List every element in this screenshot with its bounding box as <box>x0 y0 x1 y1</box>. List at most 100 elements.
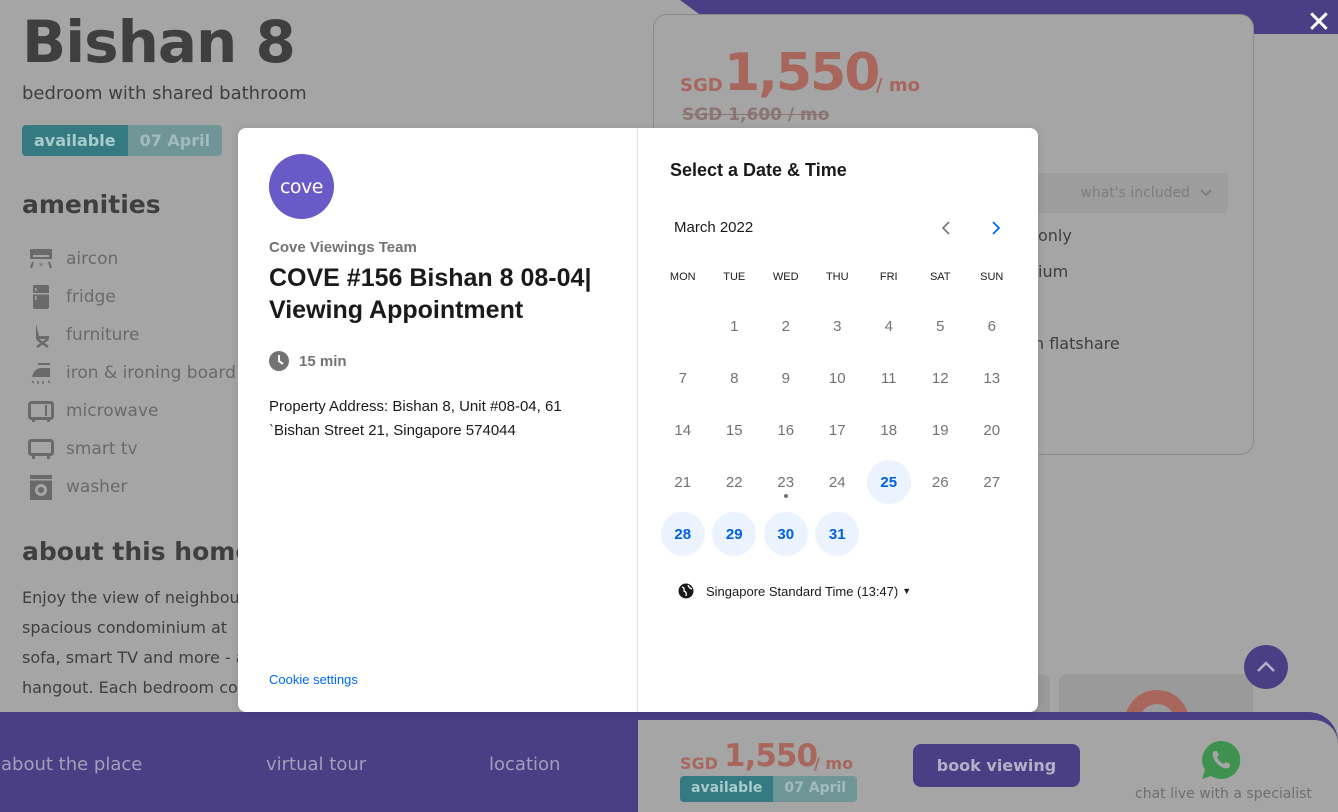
amenity-label: iron & ironing board <box>66 363 236 383</box>
day-number: 4 <box>884 317 893 335</box>
calendar-day: 5 <box>918 304 962 348</box>
calendar-week: 14 15 16 17 18 19 20 <box>657 404 1018 456</box>
calendar-cell: 13 <box>966 356 1018 400</box>
about-heading: about this home <box>22 537 253 566</box>
cove-logo: cove <box>269 154 334 219</box>
calendar-cell: 6 <box>966 304 1018 348</box>
about-line: hangout. Each bedroom co <box>22 678 238 697</box>
calendar-cell: 1 <box>709 304 761 348</box>
day-number: 1 <box>730 317 739 335</box>
nav-location[interactable]: location <box>489 754 560 775</box>
event-details-panel: cove Cove Viewings Team COVE #156 Bishan… <box>238 128 638 712</box>
calendar-cell: 27 <box>966 460 1018 504</box>
available-day-button[interactable]: 28 <box>660 512 705 556</box>
amenity-item: washer <box>28 468 236 506</box>
day-number: 8 <box>730 369 739 387</box>
about-line: spacious condominium at <box>22 618 228 637</box>
calendar-cell: 10 <box>812 356 864 400</box>
weekday-label: WED <box>772 271 799 283</box>
aircon-icon: * <box>28 246 54 272</box>
duration-label: 15 min <box>299 352 347 370</box>
amenity-label: microwave <box>66 401 159 421</box>
day-number: 27 <box>983 473 1001 491</box>
calendar-day: 20 <box>970 408 1014 452</box>
bar-price-currency: SGD <box>680 754 718 773</box>
iron-icon <box>28 360 54 386</box>
nav-about-the-place[interactable]: about the place <box>1 754 142 775</box>
svg-text:*: * <box>39 262 44 272</box>
calendar-cell: 19 <box>915 408 967 452</box>
previous-month-button[interactable] <box>936 218 956 238</box>
bar-price-period: / mo <box>814 754 854 773</box>
calendar-cell: 11 <box>863 356 915 400</box>
clock-icon <box>269 351 289 371</box>
amenity-item: fridge <box>28 278 236 316</box>
calendar-day: 9 <box>764 356 808 400</box>
calendar-cell: 26 <box>915 460 967 504</box>
available-day-button[interactable]: 30 <box>763 512 808 556</box>
calendar-week: 7 8 9 10 11 12 13 <box>657 352 1018 404</box>
feature-item: ium <box>1038 262 1069 281</box>
price-currency: SGD <box>680 75 723 96</box>
tv-icon <box>28 436 54 462</box>
book-viewing-button[interactable]: book viewing <box>913 744 1080 787</box>
available-day-button[interactable]: 25 <box>866 460 911 504</box>
calendar-day: 26 <box>918 460 962 504</box>
calendar-cell: 2 <box>760 304 812 348</box>
nav-virtual-tour[interactable]: virtual tour <box>266 754 366 775</box>
day-number: 30 <box>777 525 795 543</box>
amenity-label: fridge <box>66 287 116 307</box>
calendar-cell: 24 <box>812 460 864 504</box>
calendar-day: 11 <box>867 356 911 400</box>
day-number: 5 <box>936 317 945 335</box>
calendar-cell: 16 <box>760 408 812 452</box>
availability-status: available <box>22 125 128 156</box>
availability-badge: available 07 April <box>22 125 223 156</box>
cookie-settings-link[interactable]: Cookie settings <box>269 672 358 687</box>
whatsapp-icon[interactable] <box>1199 738 1243 782</box>
calendar-week: 28 29 30 31 <box>657 508 1018 560</box>
calendar-cell: 12 <box>915 356 967 400</box>
calendar-cell: 9 <box>760 356 812 400</box>
scheduling-modal: cove Cove Viewings Team COVE #156 Bishan… <box>238 128 1038 712</box>
booking-bar-inner: SGD 1,550 / mo available 07 April book v… <box>638 720 1338 812</box>
close-icon[interactable]: ✕ <box>1304 8 1334 38</box>
host-name: Cove Viewings Team <box>269 239 417 256</box>
day-number: 16 <box>777 421 795 439</box>
day-number: 17 <box>828 421 846 439</box>
whats-included-dropdown[interactable]: what's included <box>1034 173 1228 213</box>
feature-item: only <box>1038 226 1072 245</box>
calendar-day: 6 <box>970 304 1014 348</box>
calendar-week: 1 2 3 4 5 6 <box>657 300 1018 352</box>
calendar-day: 24 <box>815 460 859 504</box>
chair-icon <box>28 322 54 348</box>
calendar-grid: MON TUE WED THU FRI SAT SUN 1 2 3 4 5 6 7 8 9 10 11 12 13 1… <box>657 268 1018 560</box>
day-number: 2 <box>781 317 790 335</box>
amenities-heading: amenities <box>22 190 161 219</box>
bar-availability-badge: available 07 April <box>680 776 858 802</box>
calendar-day: 8 <box>712 356 756 400</box>
day-number: 22 <box>725 473 743 491</box>
available-day-button[interactable]: 31 <box>815 512 860 556</box>
globe-icon <box>678 583 694 599</box>
available-day-button[interactable]: 29 <box>712 512 757 556</box>
scroll-to-top-button[interactable] <box>1244 645 1288 689</box>
calendar-cell: 17 <box>812 408 864 452</box>
calendar-cell: 23 <box>760 460 812 504</box>
amenity-item: iron & ironing board <box>28 354 236 392</box>
availability-date: 07 April <box>127 125 223 156</box>
bottom-navigation: about the place virtual tour location <box>0 712 638 812</box>
chat-specialist-link[interactable]: chat live with a specialist <box>1135 786 1312 802</box>
timezone-selector[interactable]: Singapore Standard Time (13:47) ▼ <box>678 583 911 599</box>
calendar-day: 15 <box>712 408 756 452</box>
calendar-cell: 31 <box>812 512 864 556</box>
microwave-icon <box>28 398 54 424</box>
today-indicator <box>783 494 788 498</box>
calendar-cell: 20 <box>966 408 1018 452</box>
amenity-item: furniture <box>28 316 236 354</box>
day-number: 9 <box>781 369 790 387</box>
day-number: 11 <box>880 369 897 387</box>
next-month-button[interactable] <box>986 218 1006 238</box>
day-number: 13 <box>983 369 1001 387</box>
calendar-month: March 2022 <box>674 219 754 236</box>
